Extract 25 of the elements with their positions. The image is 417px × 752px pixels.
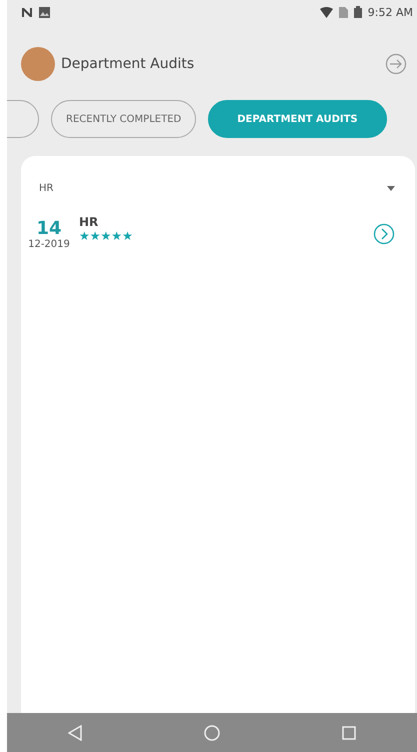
star-icon: ★	[111, 229, 122, 243]
star-icon: ★	[100, 229, 112, 243]
dropdown-caret-icon[interactable]	[387, 186, 395, 190]
wifi-icon	[320, 6, 333, 18]
notification-icon	[21, 6, 33, 18]
audit-department: HR	[79, 215, 100, 229]
logout-icon[interactable]	[385, 53, 407, 75]
audit-month-year: 12-2019	[28, 239, 70, 250]
back-icon[interactable]	[68, 724, 82, 740]
audit-day: 14	[36, 218, 62, 239]
image-icon	[39, 6, 50, 18]
tab[interactable]: DEPARTMENT AUDITS	[208, 100, 387, 138]
page-title: Department Audits	[61, 56, 196, 72]
star-icon: ★	[90, 229, 101, 243]
star-icon: ★	[122, 229, 133, 243]
home-icon[interactable]	[204, 724, 220, 740]
star-icon: ★	[79, 229, 90, 243]
recents-icon[interactable]	[342, 726, 356, 740]
department-dropdown[interactable]: HR	[39, 182, 54, 194]
battery-icon	[354, 6, 362, 18]
no-sim-icon	[338, 6, 348, 18]
tab[interactable]: RECENTLY COMPLETED	[51, 100, 196, 138]
chevron-circle-icon[interactable]	[373, 223, 395, 245]
avatar	[21, 47, 55, 81]
status-time: 9:52 AM	[368, 6, 413, 18]
